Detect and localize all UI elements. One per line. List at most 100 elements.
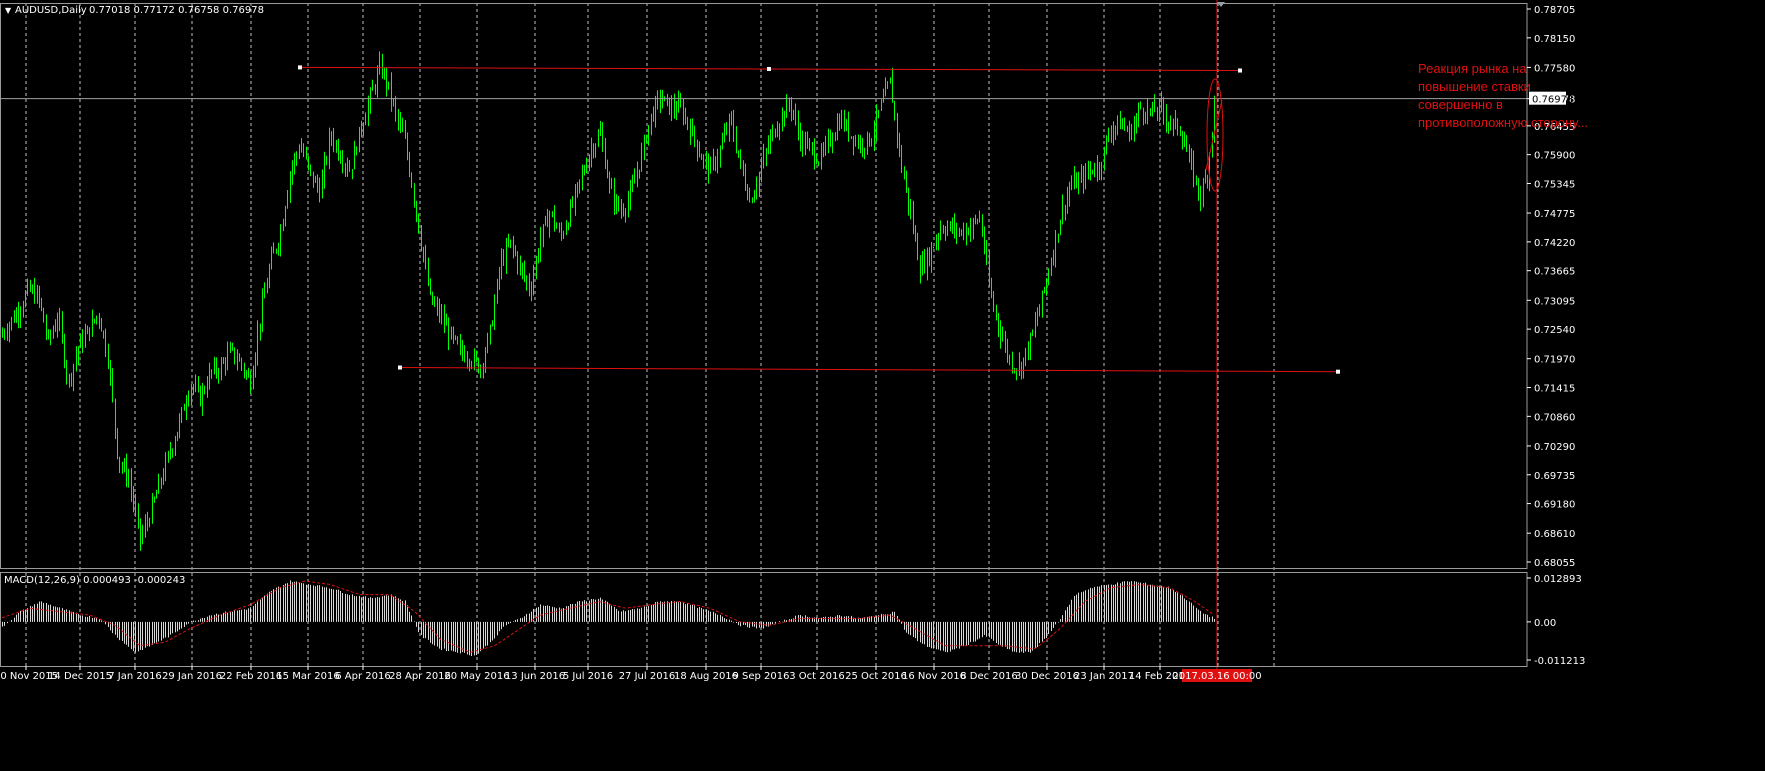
- candle-body: [812, 144, 813, 148]
- candle-body: [372, 87, 373, 91]
- date-tick-label: 22 Feb 2016: [220, 671, 282, 682]
- candle-body: [39, 290, 40, 300]
- candle-body: [1067, 195, 1068, 210]
- candle-body: [115, 399, 116, 429]
- candle-body: [122, 466, 123, 468]
- candle-body: [713, 159, 714, 162]
- candle-body: [1007, 343, 1008, 357]
- candle-body: [1002, 337, 1003, 340]
- candle-body: [345, 165, 346, 167]
- candle-body: [48, 332, 49, 335]
- candle-body: [117, 428, 118, 458]
- candle-body: [913, 211, 914, 230]
- candle-body: [1193, 160, 1194, 182]
- candle-body: [851, 136, 852, 138]
- candle-body: [128, 479, 129, 481]
- price-tick-label: 0.71970: [1534, 355, 1575, 366]
- candle-body: [795, 114, 796, 119]
- price-tick-label: 0.68610: [1534, 529, 1575, 540]
- candle-body: [112, 375, 113, 400]
- candle-body: [239, 359, 240, 362]
- candle-body: [501, 257, 502, 272]
- candle-body: [209, 370, 210, 387]
- candle-body: [897, 114, 898, 138]
- candle-body: [1182, 133, 1183, 143]
- candle-body: [692, 127, 693, 136]
- candle-body: [131, 479, 132, 492]
- candle-body: [1163, 104, 1164, 115]
- candle-body: [529, 281, 530, 291]
- price-tick-label: 0.74775: [1534, 209, 1575, 220]
- candle-body: [966, 229, 967, 237]
- candle-body: [455, 336, 456, 338]
- candle-body: [37, 290, 38, 302]
- candle-body: [402, 124, 403, 132]
- candle-body: [319, 186, 320, 198]
- candle-body: [326, 159, 327, 161]
- candle-body: [1060, 220, 1061, 235]
- candle-body: [147, 521, 148, 524]
- candle-body: [18, 312, 19, 318]
- candle-body: [605, 145, 606, 168]
- candle-body: [232, 346, 233, 348]
- candle-body: [1044, 288, 1045, 291]
- candle-body: [591, 148, 592, 157]
- candle-body: [421, 231, 422, 248]
- candle-body: [135, 504, 136, 511]
- candle-body: [193, 386, 194, 388]
- candle-body: [899, 137, 900, 149]
- candle-body: [4, 333, 5, 335]
- candle-body: [973, 220, 974, 229]
- candle-body: [1198, 178, 1199, 193]
- candle-body: [211, 370, 212, 372]
- candle-body: [483, 365, 484, 368]
- candle-body: [630, 189, 631, 201]
- date-tick-label: 18 Aug 2016: [674, 671, 738, 682]
- candle-body: [621, 209, 622, 212]
- candle-body: [538, 253, 539, 259]
- candle-body: [85, 333, 86, 346]
- price-tick-label: 0.75900: [1534, 151, 1575, 162]
- candle-body: [62, 318, 63, 338]
- candle-body: [759, 174, 760, 187]
- candle-body: [540, 237, 541, 254]
- candle-body: [1051, 262, 1052, 274]
- candle-body: [793, 110, 794, 115]
- candle-body: [432, 292, 433, 304]
- candle-body: [929, 251, 930, 263]
- candle-body: [602, 131, 603, 146]
- candle-body: [437, 304, 438, 306]
- candle-body: [2, 333, 3, 337]
- candle-body: [1005, 339, 1006, 344]
- candle-body: [262, 298, 263, 324]
- candle-body: [30, 283, 31, 291]
- trendline-anchor: [298, 65, 302, 70]
- candle-body: [154, 498, 155, 501]
- candle-body: [99, 316, 100, 320]
- candle-body: [685, 117, 686, 120]
- date-tick-label: 16 Nov 2016: [902, 671, 966, 682]
- candle-body: [876, 112, 877, 132]
- candle-body: [1200, 192, 1201, 200]
- candle-body: [703, 157, 704, 160]
- candle-body: [170, 452, 171, 454]
- candle-body: [273, 250, 274, 254]
- macd-tick-label: -0.011213: [1534, 656, 1585, 667]
- candle-body: [338, 143, 339, 157]
- chart-annotation[interactable]: Реакция рынка на повышение ставки соверш…: [1418, 60, 1598, 132]
- candle-body: [1131, 127, 1132, 138]
- candle-body: [1140, 108, 1141, 110]
- candle-body: [637, 172, 638, 180]
- price-tick-label: 0.69180: [1534, 500, 1575, 511]
- candle-body: [515, 248, 516, 255]
- candle-body: [761, 165, 762, 175]
- candle-body: [1019, 363, 1020, 370]
- candle-body: [1092, 169, 1093, 173]
- candle-body: [1071, 184, 1072, 189]
- candle-body: [1065, 205, 1066, 210]
- candle-body: [1039, 308, 1040, 317]
- candle-body: [1081, 174, 1082, 179]
- candle-body: [798, 118, 799, 132]
- candle-body: [388, 81, 389, 87]
- candle-body: [818, 162, 819, 164]
